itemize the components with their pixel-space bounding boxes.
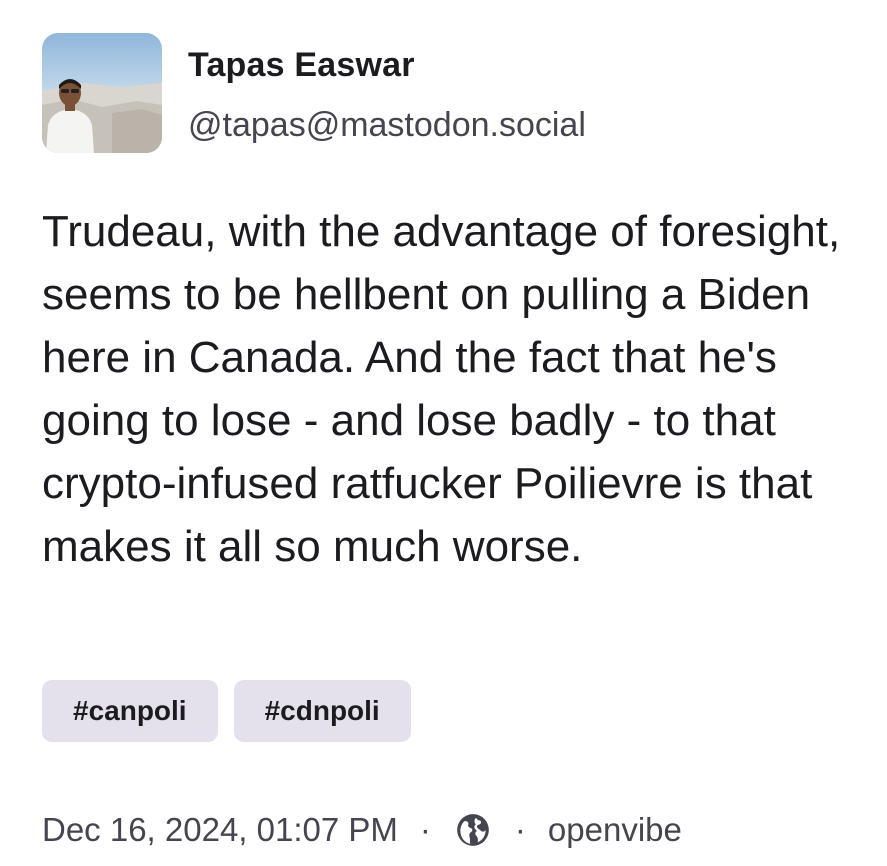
post-meta: Dec 16, 2024, 01:07 PM · · openvibe — [42, 805, 682, 855]
meta-separator: · — [419, 811, 431, 848]
hashtag-list: #canpoli #cdnpoli — [42, 680, 411, 742]
post-header: Tapas Easwar @tapas@mastodon.social — [42, 33, 586, 153]
author-names: Tapas Easwar @tapas@mastodon.social — [188, 33, 586, 145]
globe-icon — [453, 810, 493, 850]
post-text: Trudeau, with the advantage of foresight… — [42, 207, 841, 571]
avatar[interactable] — [42, 33, 162, 153]
author-display-name[interactable]: Tapas Easwar — [188, 45, 586, 85]
avatar-image — [42, 33, 162, 153]
hashtag-chip[interactable]: #canpoli — [42, 680, 218, 742]
meta-separator: · — [514, 811, 526, 848]
author-handle[interactable]: @tapas@mastodon.social — [188, 105, 586, 145]
hashtag-chip[interactable]: #cdnpoli — [233, 680, 411, 742]
client-name[interactable]: openvibe — [548, 811, 682, 849]
post-card: Tapas Easwar @tapas@mastodon.social Trud… — [0, 0, 887, 866]
post-timestamp[interactable]: Dec 16, 2024, 01:07 PM — [42, 811, 398, 849]
